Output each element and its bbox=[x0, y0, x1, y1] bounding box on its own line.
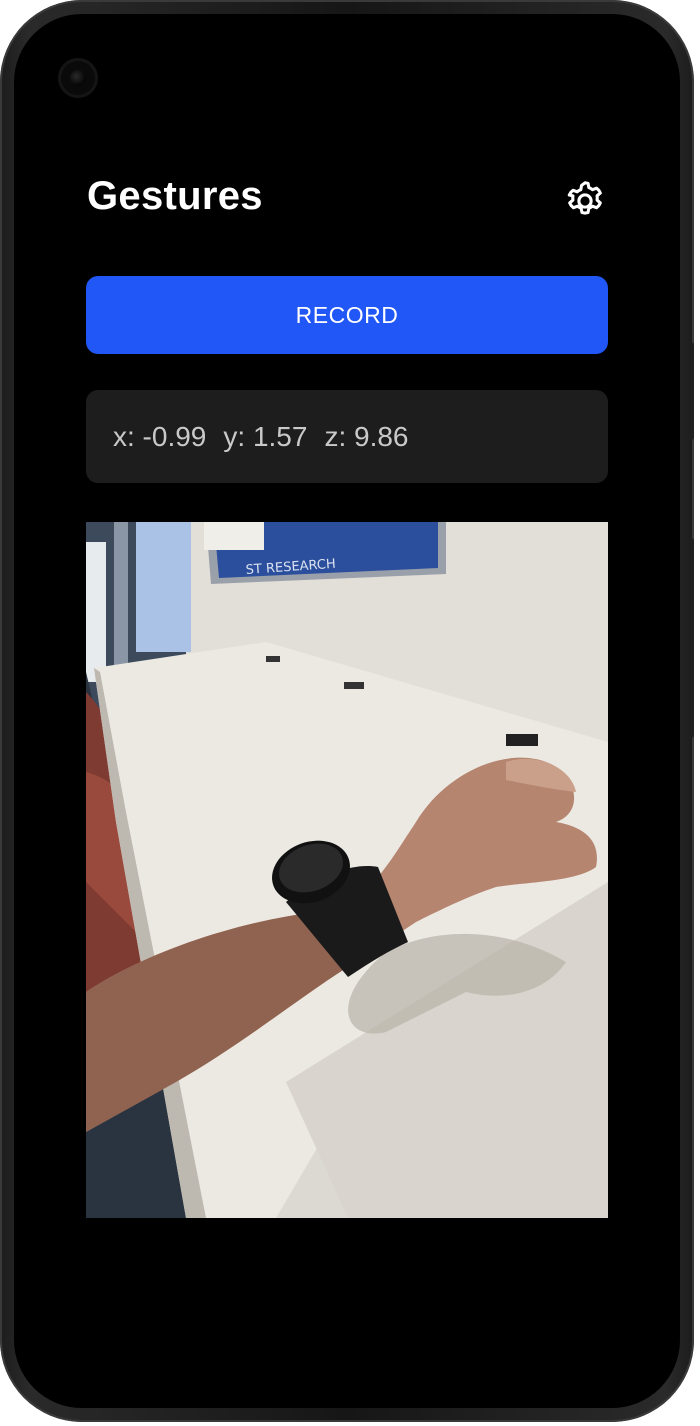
volume-button bbox=[688, 538, 694, 738]
record-button[interactable]: RECORD bbox=[86, 276, 608, 354]
accel-x-value: x: -0.99 bbox=[113, 420, 207, 452]
settings-button[interactable] bbox=[562, 178, 608, 224]
accelerometer-readout: x: -0.99 y: 1.57 z: 9.86 bbox=[86, 390, 608, 483]
app-screen: Gestures RECORD x: -0.99 y: 1.57 z: 9.86 bbox=[14, 14, 680, 1408]
camera-preview-scene: ST RESEARCH bbox=[86, 522, 608, 1218]
gear-icon bbox=[567, 181, 602, 215]
phone-frame: Gestures RECORD x: -0.99 y: 1.57 z: 9.86 bbox=[0, 0, 694, 1422]
power-button bbox=[688, 342, 694, 440]
accel-y-value: y: 1.57 bbox=[223, 420, 308, 452]
accel-z-value: z: 9.86 bbox=[324, 420, 409, 452]
front-camera bbox=[58, 58, 98, 98]
app-title: Gestures bbox=[87, 174, 263, 218]
camera-preview: ST RESEARCH bbox=[86, 522, 608, 1218]
